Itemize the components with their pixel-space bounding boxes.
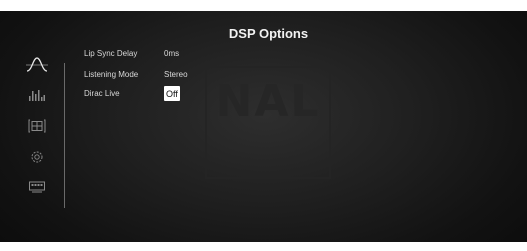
- lip-sync-delay-label[interactable]: Lip Sync Delay: [84, 46, 137, 60]
- display-icon[interactable]: [24, 177, 50, 197]
- sine-wave-icon[interactable]: [24, 55, 50, 75]
- dirac-live-value[interactable]: Off: [164, 86, 180, 101]
- letterbox-bottom: [0, 242, 527, 251]
- settings-gear-icon[interactable]: [24, 147, 50, 167]
- page-title: DSP Options: [228, 26, 309, 41]
- lip-sync-delay-value[interactable]: 0ms: [164, 46, 179, 60]
- dirac-live-label[interactable]: Dirac Live: [84, 86, 120, 100]
- equalizer-icon[interactable]: [24, 85, 50, 105]
- watermark-logo-text: NAL: [215, 76, 321, 127]
- listening-mode-value[interactable]: Stereo: [164, 67, 188, 81]
- listening-mode-label[interactable]: Listening Mode: [84, 67, 138, 81]
- dsp-options-screen: NAL DSP Options Lip Sync Delay 0ms Liste…: [0, 0, 527, 251]
- sidebar-divider: [64, 63, 65, 208]
- speaker-layout-icon[interactable]: [24, 116, 50, 136]
- letterbox-top: [0, 0, 527, 11]
- nad-logo-watermark: NAL: [205, 66, 331, 179]
